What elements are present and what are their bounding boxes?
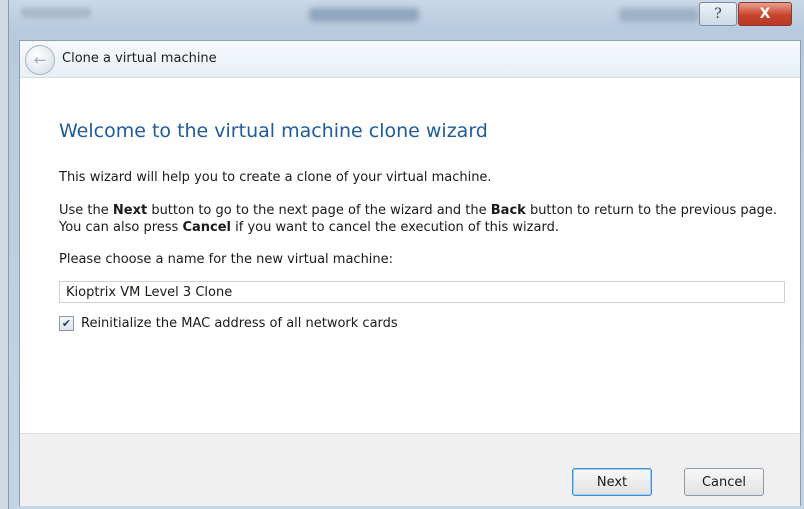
vm-name-input[interactable]: [59, 281, 785, 303]
instruction-text: Use the Next button to go to the next pa…: [59, 203, 777, 235]
page-heading: Welcome to the virtual machine clone wiz…: [59, 120, 488, 142]
vm-name-label: Please choose a name for the new virtual…: [59, 252, 394, 267]
dialog-client-area: ← Clone a virtual machine Welcome to the…: [19, 40, 801, 506]
reinit-mac-option[interactable]: ✔ Reinitialize the MAC address of all ne…: [59, 316, 398, 331]
close-icon: X: [759, 6, 771, 22]
intro-text: This wizard will help you to create a cl…: [59, 170, 492, 185]
cancel-button[interactable]: Cancel: [684, 468, 764, 496]
window-frame: ? X ← Clone a virtual machine Welcome to…: [8, 0, 804, 509]
blurred-background-tab: [619, 8, 699, 22]
help-button[interactable]: ?: [699, 2, 737, 26]
dialog-title: Clone a virtual machine: [62, 51, 217, 66]
blurred-background-tab: [21, 8, 91, 18]
wizard-page: Welcome to the virtual machine clone wiz…: [20, 78, 800, 458]
checkmark-icon: ✔: [61, 317, 72, 330]
back-arrow-icon: ←: [33, 51, 47, 69]
dialog-header: ← Clone a virtual machine: [20, 41, 800, 78]
close-button[interactable]: X: [738, 2, 792, 26]
reinit-mac-checkbox[interactable]: ✔: [59, 316, 74, 331]
next-button[interactable]: Next: [572, 468, 652, 496]
back-button[interactable]: ←: [25, 45, 55, 75]
reinit-mac-label[interactable]: Reinitialize the MAC address of all netw…: [81, 316, 398, 331]
title-bar: ? X: [9, 0, 804, 40]
blurred-background-tab: [309, 8, 419, 22]
help-icon: ?: [714, 6, 722, 22]
dialog-footer: Next Cancel: [20, 433, 800, 506]
